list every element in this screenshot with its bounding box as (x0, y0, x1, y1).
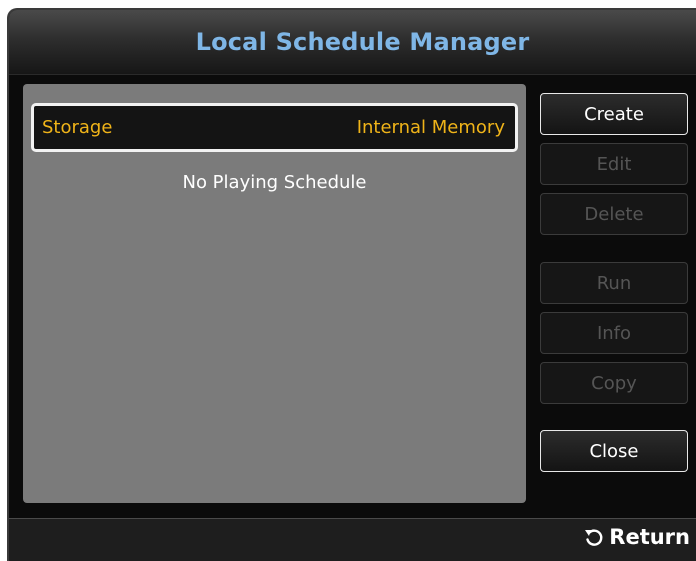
info-button[interactable]: Info (540, 312, 688, 354)
close-button[interactable]: Close (540, 430, 688, 472)
edit-button[interactable]: Edit (540, 143, 688, 185)
delete-button[interactable]: Delete (540, 193, 688, 235)
copy-button[interactable]: Copy (540, 362, 688, 404)
create-button[interactable]: Create (540, 93, 688, 135)
dialog-title: Local Schedule Manager (195, 28, 530, 56)
title-bar: Local Schedule Manager (9, 10, 696, 75)
storage-value: Internal Memory (356, 117, 505, 138)
schedule-list-panel: Storage Internal Memory No Playing Sched… (23, 84, 526, 503)
schedule-manager-dialog: Local Schedule Manager Storage Internal … (7, 8, 696, 561)
return-label: Return (609, 525, 690, 549)
storage-label: Storage (42, 117, 113, 138)
run-button[interactable]: Run (540, 262, 688, 304)
empty-schedule-message: No Playing Schedule (182, 172, 367, 193)
return-button[interactable]: Return (583, 525, 690, 549)
return-arrow-icon (583, 526, 605, 548)
footer-bar: Return (9, 518, 696, 561)
storage-selector[interactable]: Storage Internal Memory (31, 103, 518, 152)
